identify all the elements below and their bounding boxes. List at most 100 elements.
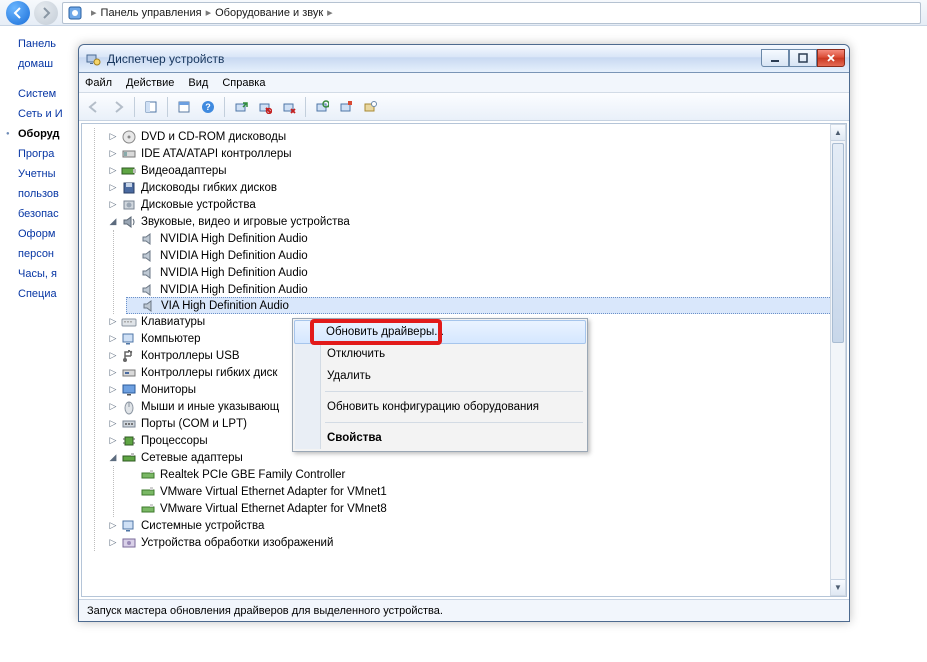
window-title: Диспетчер устройств [107,52,761,66]
tree-node[interactable]: Realtek PCIe GBE Family Controller [126,466,846,483]
tree-node-label: NVIDIA High Definition Audio [160,250,308,262]
tree-node[interactable]: VMware Virtual Ethernet Adapter for VMne… [126,483,846,500]
scroll-down-icon[interactable]: ▼ [831,579,845,595]
breadcrumb-item[interactable]: Панель управления [101,7,202,19]
vid-icon [121,163,137,179]
breadcrumb[interactable]: ▸ Панель управления ▸ Оборудование и зву… [62,2,921,24]
tree-node[interactable]: NVIDIA High Definition Audio [126,264,846,281]
toolbar-scan-icon[interactable] [311,96,333,118]
statusbar: Запуск мастера обновления драйверов для … [79,599,849,621]
scroll-up-icon[interactable]: ▲ [831,125,845,141]
img-icon [121,535,137,551]
context-menu-item[interactable]: Удалить [295,365,585,387]
expander-none: ▷ [107,367,119,379]
pc-icon [121,331,137,347]
tree-node[interactable]: VMware Virtual Ethernet Adapter for VMne… [126,500,846,517]
expander-none [126,486,138,498]
menu-help[interactable]: Справка [222,77,265,89]
tree-node[interactable]: ▷Системные устройства [107,517,846,534]
expander-none [126,284,138,296]
tree-node[interactable]: ▷ IDE ATA/ATAPI контроллеры [107,145,846,162]
tree-node[interactable]: ▷Видеоадаптеры [107,162,846,179]
toolbar-forward-icon[interactable] [107,96,129,118]
toolbar-uninstall-icon[interactable] [278,96,300,118]
speaker-icon [140,248,156,264]
nav-back-button[interactable] [6,1,30,25]
titlebar[interactable]: Диспетчер устройств [79,45,849,73]
usb-icon [121,348,137,364]
svg-text:?: ? [205,102,211,112]
menu-view[interactable]: Вид [188,77,208,89]
tree-node[interactable]: NVIDIA High Definition Audio [126,230,846,247]
tree-node[interactable]: ◢ Звуковые, видео и игровые устройства [107,213,846,230]
floppyctrl-icon [121,365,137,381]
tree-node[interactable]: ▷ Дисководы гибких дисков [107,179,846,196]
expander-none: ▷ [107,182,119,194]
tree-node-label: Компьютер [141,333,201,345]
expander-none: ▷ [107,537,119,549]
expander-open-icon[interactable]: ◢ [107,452,119,464]
tree-node-label: Дисковые устройства [141,199,256,211]
expander-none [126,250,138,262]
toolbar-disable-icon[interactable] [254,96,276,118]
tree-node[interactable]: VIA High Definition Audio [126,297,846,314]
toolbar-add-legacy-icon[interactable] [335,96,357,118]
scroll-thumb[interactable] [832,143,844,343]
expander-none [126,233,138,245]
toolbar-refresh-icon[interactable] [359,96,381,118]
tree-node[interactable]: NVIDIA High Definition Audio [126,247,846,264]
nav-forward-button[interactable] [34,1,58,25]
menu-action[interactable]: Действие [126,77,174,89]
expander-none [126,267,138,279]
floppy-icon [121,180,137,196]
disc-icon [121,129,137,145]
context-menu-item[interactable]: Свойства [295,427,585,449]
tree-node-label: VIA High Definition Audio [161,300,289,312]
maximize-button[interactable] [789,49,817,67]
toolbar-show-hide-icon[interactable] [140,96,162,118]
tree-node-label: Системные устройства [141,520,264,532]
expander-none: ▷ [107,131,119,143]
breadcrumb-sep-icon: ▸ [323,6,337,19]
tree-node-label: NVIDIA High Definition Audio [160,267,308,279]
toolbar-properties-icon[interactable] [173,96,195,118]
tree-node[interactable]: ▷DVD и CD-ROM дисководы [107,128,846,145]
menubar: Файл Действие Вид Справка [79,73,849,93]
context-menu: Обновить драйверы...ОтключитьУдалить Обно… [292,318,588,452]
toolbar-help-icon[interactable]: ? [197,96,219,118]
context-menu-item[interactable]: Обновить драйверы... [294,320,586,344]
toolbar-update-driver-icon[interactable] [230,96,252,118]
tree-node[interactable]: ▷Дисковые устройства [107,196,846,213]
tree-node-label: Дисководы гибких дисков [141,182,277,194]
speaker-icon [141,298,157,314]
tree-node-label: Звуковые, видео и игровые устройства [141,216,350,228]
expander-open-icon[interactable]: ◢ [107,216,119,228]
menu-file[interactable]: Файл [85,77,112,89]
tree-node-label: Устройства обработки изображений [141,537,333,549]
tree-node-label: VMware Virtual Ethernet Adapter for VMne… [160,503,387,515]
expander-none: ▷ [107,316,119,328]
tree-node-label: Контроллеры USB [141,350,240,362]
minimize-button[interactable] [761,49,789,67]
expander-none: ▷ [107,148,119,160]
speaker-icon [140,282,156,298]
netcard-icon [140,501,156,517]
close-button[interactable] [817,49,845,67]
tree-node-label: NVIDIA High Definition Audio [160,233,308,245]
breadcrumb-item[interactable]: Оборудование и звук [215,7,323,19]
expander-none: ▷ [107,418,119,430]
context-menu-item[interactable]: Обновить конфигурацию оборудования [295,396,585,418]
toolbar-back-icon[interactable] [83,96,105,118]
tree-node-label: IDE ATA/ATAPI контроллеры [141,148,292,160]
expander-none: ▷ [107,333,119,345]
sound-icon [121,214,137,230]
tree-node-label: Сетевые адаптеры [141,452,243,464]
tree-node[interactable]: NVIDIA High Definition Audio [126,281,846,298]
vertical-scrollbar[interactable]: ▲ ▼ [830,124,846,596]
breadcrumb-sep-icon: ▸ [87,6,101,19]
tree-node[interactable]: ▷ Устройства обработки изображений [107,534,846,551]
control-panel-icon [65,3,85,23]
context-menu-item[interactable]: Отключить [295,343,585,365]
control-panel-sidebar: Панель домаш Систем Сеть и И Оборуд Прог… [0,26,90,304]
device-manager-icon [85,51,101,67]
